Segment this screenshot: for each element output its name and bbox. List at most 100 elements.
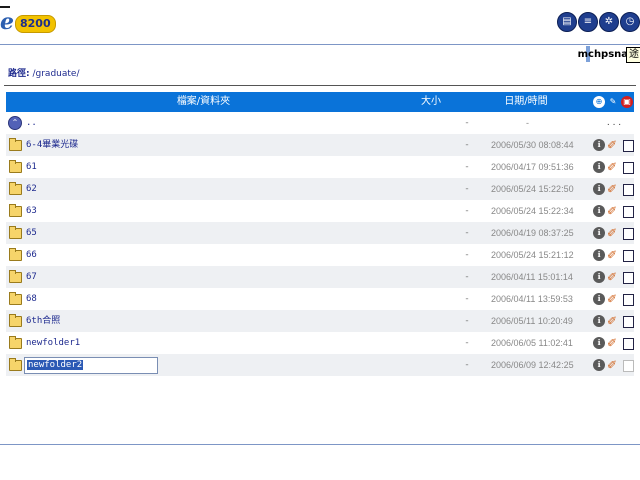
rename-pencil-icon[interactable]: ✐	[607, 161, 619, 173]
table-row[interactable]: 65 - 2006/04/19 08:37:25 ℹ ✐	[6, 222, 634, 244]
select-checkbox[interactable]	[623, 316, 634, 328]
select-checkbox[interactable]	[623, 228, 634, 240]
folder-name[interactable]: 65	[26, 222, 37, 244]
folder-name[interactable]: newfolder1	[26, 332, 80, 354]
folder-date: 2006/05/24 15:22:50	[491, 184, 574, 194]
rename-pencil-icon[interactable]: ✐	[607, 183, 619, 195]
properties-icon[interactable]: ℹ	[593, 205, 605, 217]
folder-name[interactable]: 68	[26, 288, 37, 310]
select-checkbox[interactable]	[623, 140, 634, 152]
rename-pencil-icon[interactable]: ✐	[607, 315, 619, 327]
folder-name[interactable]: 61	[26, 156, 37, 178]
folder-date: 2006/05/11 10:20:49	[491, 316, 573, 326]
folder-date: 2006/05/30 08:08:44	[491, 140, 574, 150]
bottom-divider	[0, 444, 640, 445]
folder-name[interactable]: 63	[26, 200, 37, 222]
table-row[interactable]: 6th合照 - 2006/05/11 10:20:49 ℹ ✐	[6, 310, 634, 332]
logo-bar	[0, 6, 10, 8]
table-header: 檔案/資料夾 大小 日期/時間 ⊕ ✎ ▣	[6, 92, 634, 112]
table-row[interactable]: 66 - 2006/05/24 15:21:12 ℹ ✐	[6, 244, 634, 266]
properties-icon[interactable]: ℹ	[593, 227, 605, 239]
folder-date: 2006/04/11 13:59:53	[491, 294, 573, 304]
select-checkbox[interactable]	[623, 338, 634, 350]
printer-icon[interactable]: ▤	[557, 12, 577, 32]
folder-name[interactable]: 66	[26, 244, 37, 266]
properties-icon[interactable]: ℹ	[593, 183, 605, 195]
delete-header-icon[interactable]: ▣	[621, 96, 633, 108]
select-checkbox[interactable]	[623, 206, 634, 218]
table-row[interactable]: 6-4畢業光碟 - 2006/05/30 08:08:44 ℹ ✐	[6, 134, 634, 156]
help-icon[interactable]: ✲	[599, 12, 619, 32]
select-checkbox[interactable]	[623, 360, 634, 372]
rename-input[interactable]: newfolder2	[24, 357, 158, 374]
rename-input-selection[interactable]: newfolder2	[27, 360, 84, 370]
folder-icon	[9, 292, 22, 305]
folder-icon	[9, 314, 22, 327]
rename-pencil-icon[interactable]: ✐	[607, 139, 619, 151]
path-divider	[4, 85, 636, 86]
folder-date: 2006/04/17 09:51:36	[491, 162, 574, 172]
table-row[interactable]: 67 - 2006/04/11 15:01:14 ℹ ✐	[6, 266, 634, 288]
folder-icon	[9, 160, 22, 173]
globe-header-icon[interactable]: ⊕	[593, 96, 605, 108]
properties-icon[interactable]: ℹ	[593, 293, 605, 305]
rename-pencil-icon[interactable]: ✐	[607, 293, 619, 305]
col-date-header[interactable]: 日期/時間	[471, 92, 581, 112]
path-breadcrumb: 路徑: /graduate/	[8, 66, 79, 79]
folder-icon	[9, 204, 22, 217]
table-row[interactable]: 63 - 2006/05/24 15:22:34 ℹ ✐	[6, 200, 634, 222]
edit-header-icon[interactable]: ✎	[607, 96, 619, 108]
parent-row[interactable]: ⌃ .. - - . . .	[6, 112, 634, 134]
properties-icon[interactable]: ℹ	[593, 359, 605, 371]
col-name-header[interactable]: 檔案/資料夾	[6, 92, 401, 112]
folder-size: -	[465, 360, 469, 370]
parent-actions: . . .	[606, 118, 622, 128]
folder-size: -	[465, 316, 469, 326]
rename-pencil-icon[interactable]: ✐	[607, 271, 619, 283]
rename-pencil-icon[interactable]: ✐	[607, 227, 619, 239]
table-row-editing[interactable]: newfolder2 - 2006/06/09 12:42:25 ℹ ✐	[6, 354, 634, 376]
clock-icon[interactable]: ◷	[620, 12, 640, 32]
properties-icon[interactable]: ℹ	[593, 249, 605, 261]
col-size-header[interactable]: 大小	[401, 92, 461, 112]
rename-pencil-icon[interactable]: ✐	[607, 359, 619, 371]
select-checkbox[interactable]	[623, 272, 634, 284]
logo-letter: e	[0, 9, 14, 35]
folder-name[interactable]: 67	[26, 266, 37, 288]
table-row[interactable]: 62 - 2006/05/24 15:22:50 ℹ ✐	[6, 178, 634, 200]
folder-size: -	[465, 338, 469, 348]
properties-icon[interactable]: ℹ	[593, 315, 605, 327]
table-row[interactable]: 61 - 2006/04/17 09:51:36 ℹ ✐	[6, 156, 634, 178]
folder-size: -	[465, 294, 469, 304]
top-bar: e 8200 ▤ ≡ ✲ ◷	[0, 0, 640, 44]
rename-pencil-icon[interactable]: ✐	[607, 205, 619, 217]
folder-size: -	[465, 250, 469, 260]
properties-icon[interactable]: ℹ	[593, 161, 605, 173]
table-row[interactable]: 68 - 2006/04/11 13:59:53 ℹ ✐	[6, 288, 634, 310]
list-icon[interactable]: ≡	[578, 12, 598, 32]
folder-icon	[9, 270, 22, 283]
parent-label[interactable]: ..	[26, 112, 37, 134]
properties-icon[interactable]: ℹ	[593, 337, 605, 349]
folder-icon	[9, 182, 22, 195]
select-checkbox[interactable]	[623, 294, 634, 306]
properties-icon[interactable]: ℹ	[593, 271, 605, 283]
select-checkbox[interactable]	[623, 162, 634, 174]
folder-size: -	[465, 184, 469, 194]
folder-date: 2006/04/19 08:37:25	[491, 228, 574, 238]
folder-name[interactable]: 6th合照	[26, 310, 60, 332]
folder-name[interactable]: 62	[26, 178, 37, 200]
rename-pencil-icon[interactable]: ✐	[607, 249, 619, 261]
properties-icon[interactable]: ℹ	[593, 139, 605, 151]
folder-name[interactable]: 6-4畢業光碟	[26, 134, 78, 156]
hourglass-tooltip: 途	[626, 47, 640, 63]
folder-date: 2006/05/24 15:22:34	[491, 206, 574, 216]
folder-icon	[9, 358, 22, 371]
select-checkbox[interactable]	[623, 250, 634, 262]
table-row[interactable]: newfolder1 - 2006/06/05 11:02:41 ℹ ✐	[6, 332, 634, 354]
parent-size: -	[465, 118, 469, 128]
folder-size: -	[465, 272, 469, 282]
up-arrow-icon[interactable]: ⌃	[8, 116, 22, 130]
rename-pencil-icon[interactable]: ✐	[607, 337, 619, 349]
select-checkbox[interactable]	[623, 184, 634, 196]
